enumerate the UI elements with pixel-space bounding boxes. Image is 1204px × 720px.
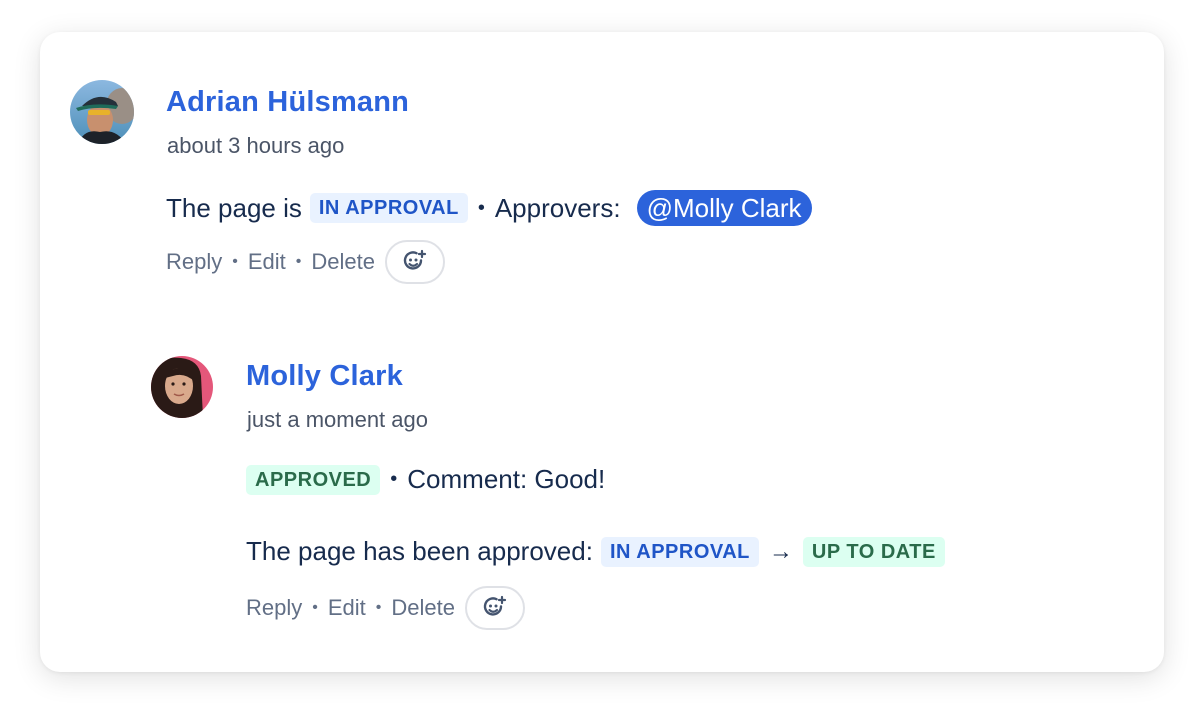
author-name[interactable]: Molly Clark	[246, 360, 403, 393]
separator-dot: •	[312, 599, 318, 616]
author-name[interactable]: Adrian Hülsmann	[166, 86, 409, 119]
from-status-lozenge: IN APPROVAL	[600, 536, 759, 567]
reply-button[interactable]: Reply	[246, 595, 302, 621]
comment-actions: Reply • Edit • Delete	[246, 586, 525, 630]
avatar-photo-icon	[151, 356, 213, 418]
comments-card: Adrian Hülsmann about 3 hours ago The pa…	[40, 32, 1164, 672]
status-change: The page has been approved: IN APPROVAL …	[246, 536, 945, 567]
emoji-add-icon	[403, 249, 427, 270]
status-lozenge: APPROVED	[246, 464, 381, 495]
emoji-add-icon	[483, 595, 507, 616]
delete-button[interactable]: Delete	[391, 595, 455, 621]
arrow-right-icon: →	[768, 537, 793, 565]
avatar-molly[interactable]	[151, 356, 213, 418]
reply-button[interactable]: Reply	[166, 249, 222, 275]
body-text: The page is	[166, 192, 302, 223]
comment-text: Comment: Good!	[407, 464, 606, 494]
add-reaction-button[interactable]	[464, 586, 525, 630]
approved-text: The page has been approved:	[246, 536, 593, 566]
edit-button[interactable]: Edit	[328, 595, 366, 621]
mention-link[interactable]: @Molly Clark	[636, 190, 812, 226]
separator-dot: •	[477, 196, 485, 219]
add-reaction-button[interactable]	[384, 240, 445, 284]
comment-body: The page is IN APPROVAL • Approvers: @Mo…	[166, 190, 812, 226]
approvers-label: Approvers:	[494, 192, 621, 223]
timestamp[interactable]: just a moment ago	[247, 407, 428, 433]
to-status-lozenge: UP TO DATE	[802, 536, 945, 567]
timestamp[interactable]: about 3 hours ago	[167, 133, 344, 159]
status-lozenge: IN APPROVAL	[309, 193, 468, 223]
separator-dot: •	[232, 253, 238, 270]
separator-dot: •	[375, 599, 382, 616]
delete-button[interactable]: Delete	[311, 249, 375, 275]
comment-body: APPROVED • Comment: Good!	[246, 464, 605, 495]
separator-dot: •	[390, 468, 398, 490]
edit-button[interactable]: Edit	[248, 249, 286, 275]
separator-dot: •	[295, 253, 302, 270]
comment-actions: Reply • Edit • Delete	[166, 240, 445, 284]
avatar-photo-icon	[70, 80, 134, 144]
avatar-adrian[interactable]	[70, 80, 134, 144]
